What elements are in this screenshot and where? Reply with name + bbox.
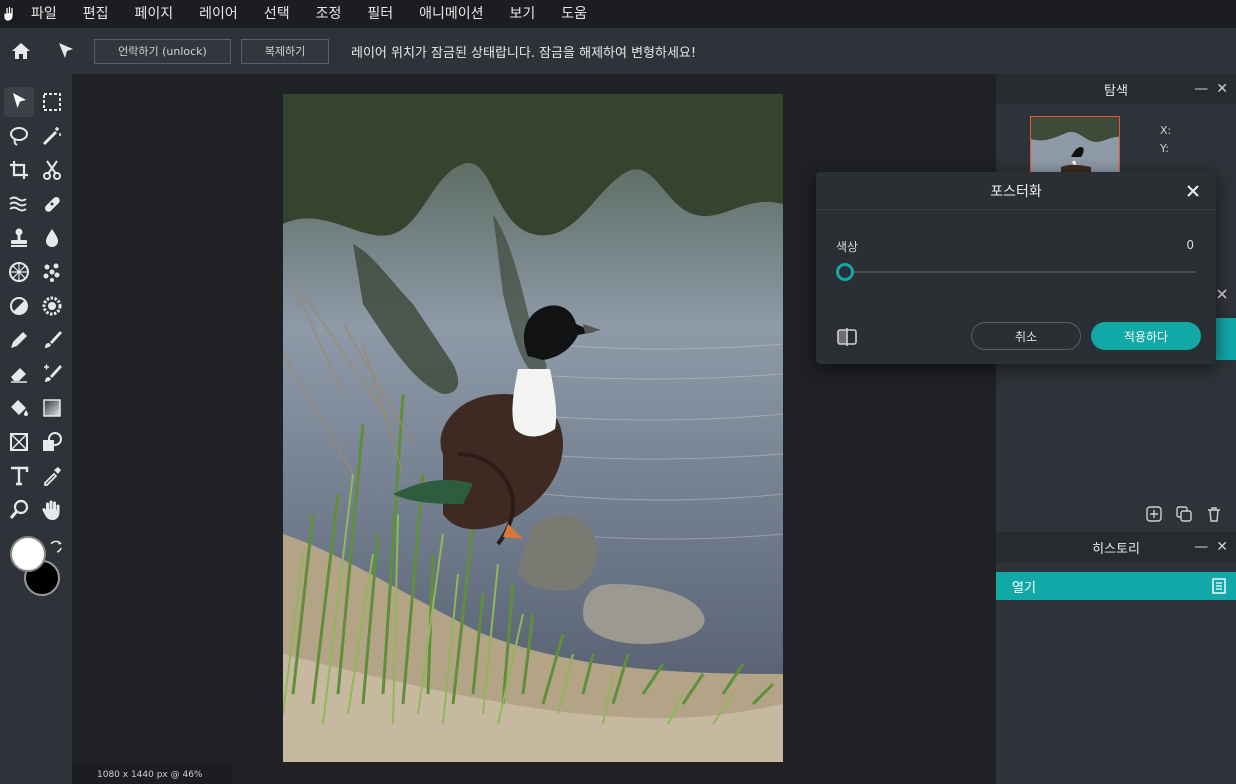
history-title: 히스토리: [1092, 541, 1140, 557]
blur-drop-icon[interactable]: [37, 223, 67, 253]
shape-frame-icon[interactable]: [4, 427, 34, 457]
swap-colors-icon[interactable]: [48, 538, 64, 554]
text-tool-icon[interactable]: [4, 461, 34, 491]
history-item[interactable]: 열기: [996, 572, 1236, 600]
history-header: 히스토리 — ✕: [996, 532, 1236, 562]
paint-bucket-icon[interactable]: [4, 393, 34, 423]
menu-file[interactable]: 파일: [18, 0, 70, 28]
add-layer-icon[interactable]: [1146, 506, 1162, 522]
foreground-color-swatch[interactable]: [10, 536, 46, 572]
options-bar: 언락하기 (unlock) 복제하기 레이어 위치가 잠금된 상태랍니다. 잠금…: [0, 28, 1236, 74]
hand-tool-icon[interactable]: [37, 495, 67, 525]
sponge-tool-icon[interactable]: [37, 257, 67, 287]
navigator-thumbnail[interactable]: [1030, 116, 1120, 174]
pattern-tool-icon[interactable]: [4, 257, 34, 287]
select-tool-icon[interactable]: [4, 87, 34, 117]
colors-value: 0: [1186, 238, 1194, 252]
pencil-tool-icon[interactable]: [4, 325, 34, 355]
magic-wand-icon[interactable]: [37, 121, 67, 151]
panel-close-icon[interactable]: [1214, 286, 1230, 302]
navigator-header: 탐색 — ✕: [996, 74, 1236, 104]
stamp-tool-icon[interactable]: [4, 223, 34, 253]
minimize-icon[interactable]: —: [1194, 81, 1208, 97]
document-icon: [1212, 578, 1226, 594]
colors-label: 색상: [836, 240, 859, 254]
history-item-label: 열기: [1012, 580, 1036, 596]
dodge-burn-icon[interactable]: [4, 291, 34, 321]
shape-tool-icon[interactable]: [37, 427, 67, 457]
sharpen-gear-icon[interactable]: [37, 291, 67, 321]
duplicate-button[interactable]: 복제하기: [241, 38, 329, 64]
menu-select[interactable]: 선택: [251, 0, 303, 28]
layers-actions: [996, 496, 1236, 532]
close-icon[interactable]: [1184, 182, 1202, 200]
close-icon[interactable]: ✕: [1216, 539, 1228, 555]
scissors-icon[interactable]: [37, 155, 67, 185]
cancel-button[interactable]: 취소: [971, 322, 1081, 350]
close-icon[interactable]: ✕: [1216, 81, 1228, 97]
zoom-tool-icon[interactable]: [4, 495, 34, 525]
y-coordinate-label: Y:: [1160, 142, 1169, 155]
duplicate-layer-icon[interactable]: [1176, 506, 1192, 522]
move-tool-icon[interactable]: [42, 28, 90, 74]
dialog-header: 포스터화: [816, 172, 1216, 210]
tool-panel: [0, 74, 72, 784]
lasso-tool-icon[interactable]: [4, 121, 34, 151]
menu-view[interactable]: 보기: [497, 0, 549, 28]
navigator-title: 탐색: [1104, 83, 1128, 99]
home-icon[interactable]: [0, 28, 42, 74]
menu-layer[interactable]: 레이어: [186, 0, 251, 28]
eraser-tool-icon[interactable]: [4, 359, 34, 389]
compare-icon[interactable]: [836, 326, 858, 348]
menu-adjust[interactable]: 조정: [303, 0, 355, 28]
marquee-tool-icon[interactable]: [37, 87, 67, 117]
menu-animation[interactable]: 애니메이션: [406, 0, 496, 28]
dialog-title: 포스터화: [990, 183, 1042, 200]
status-bar: 1080 x 1440 px @ 46%: [72, 766, 232, 784]
posterize-dialog: 포스터화 색상 0 취소 적용하다: [816, 172, 1216, 364]
canvas-image[interactable]: [283, 94, 783, 762]
menu-edit[interactable]: 편집: [70, 0, 122, 28]
trash-icon[interactable]: [1206, 506, 1222, 522]
hand-cursor-icon: [0, 0, 18, 28]
replace-color-icon[interactable]: [37, 359, 67, 389]
crop-tool-icon[interactable]: [4, 155, 34, 185]
eyedropper-icon[interactable]: [37, 461, 67, 491]
minimize-icon[interactable]: —: [1194, 539, 1208, 555]
bandage-tool-icon[interactable]: [37, 189, 67, 219]
unlock-button[interactable]: 언락하기 (unlock): [94, 38, 231, 64]
apply-button[interactable]: 적용하다: [1091, 322, 1201, 350]
brush-tool-icon[interactable]: [37, 325, 67, 355]
menu-help[interactable]: 도움: [548, 0, 600, 28]
colors-slider-thumb[interactable]: [836, 263, 854, 281]
menu-page[interactable]: 페이지: [122, 0, 187, 28]
x-coordinate-label: X:: [1160, 124, 1172, 137]
lock-message: 레이어 위치가 잠금된 상태랍니다. 잠금을 해제하여 변형하세요!: [351, 45, 697, 61]
gradient-tool-icon[interactable]: [37, 393, 67, 423]
liquify-tool-icon[interactable]: [4, 189, 34, 219]
menu-filter[interactable]: 필터: [354, 0, 406, 28]
colors-slider-track[interactable]: [844, 271, 1196, 273]
menu-bar: 파일 편집 페이지 레이어 선택 조정 필터 애니메이션 보기 도움: [0, 0, 1236, 28]
